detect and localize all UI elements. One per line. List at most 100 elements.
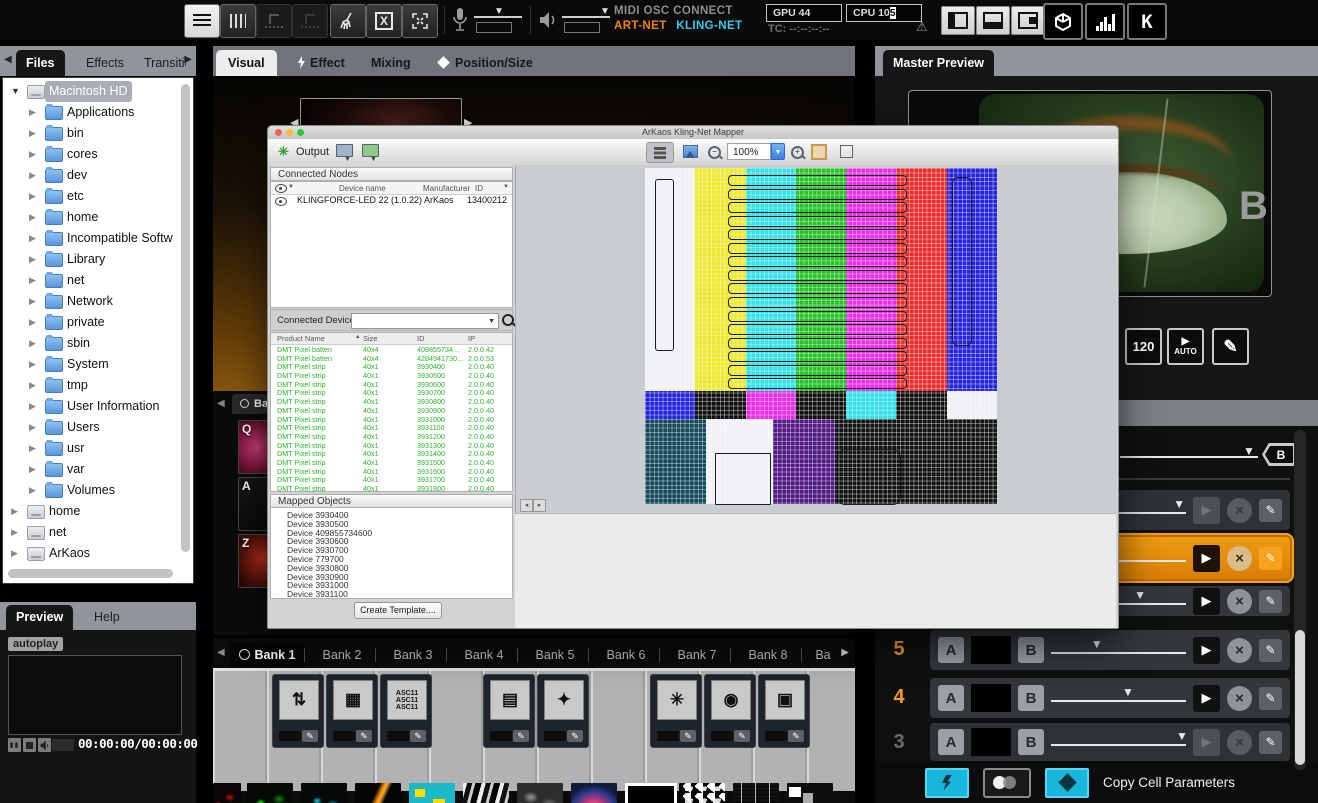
tab-help[interactable]: Help bbox=[84, 605, 130, 630]
disclosure-icon[interactable]: ▶ bbox=[29, 270, 36, 291]
mapped-strip-outline[interactable] bbox=[728, 229, 907, 240]
mapped-strip-outline[interactable] bbox=[728, 283, 907, 294]
cell-a-button[interactable]: A bbox=[938, 637, 964, 663]
visual-thumb-green-particles[interactable] bbox=[247, 783, 293, 803]
cell-b-button[interactable]: B bbox=[1018, 685, 1044, 711]
mapping-canvas[interactable]: ◂ ▸ bbox=[515, 165, 1117, 513]
device-row[interactable]: DMT Pixel strip40x139318002.0.0.40 bbox=[271, 484, 512, 492]
fit-view-button[interactable] bbox=[807, 142, 831, 161]
mapped-strip-outline[interactable] bbox=[728, 338, 907, 349]
play-button[interactable]: ▶ bbox=[1193, 729, 1220, 756]
tree-item-label[interactable]: Library bbox=[63, 249, 109, 270]
layer-crossfade-slider[interactable]: ▼ bbox=[1051, 635, 1186, 665]
tab-effect[interactable]: Effect bbox=[285, 50, 357, 76]
preview-pause-button[interactable]: ▮▮ bbox=[8, 738, 21, 752]
tree-item-label[interactable]: private bbox=[63, 312, 109, 333]
step-hold-button[interactable] bbox=[292, 4, 328, 38]
layout-bottom-button[interactable] bbox=[976, 6, 1010, 35]
tree-item-label[interactable]: var bbox=[63, 459, 88, 480]
image-view-button[interactable] bbox=[677, 142, 703, 161]
tab-mixing[interactable]: Mixing bbox=[359, 50, 423, 76]
cells-scroll-left-icon[interactable]: ◀ bbox=[217, 398, 225, 409]
layer-eject-button[interactable]: × bbox=[1227, 546, 1252, 571]
mapped-strip-outline[interactable] bbox=[728, 243, 907, 254]
layer-row-3[interactable]: AB▼▶×✎ bbox=[930, 723, 1290, 761]
device-row[interactable]: DMT Pixel strip40x139311002.0.0.40 bbox=[271, 423, 512, 432]
device-row[interactable]: DMT Pixel strip40x139308002.0.0.40 bbox=[271, 397, 512, 406]
visual-thumb-pixel-mosaic[interactable] bbox=[787, 783, 833, 803]
disclosure-icon[interactable]: ▼ bbox=[11, 81, 20, 102]
device-row[interactable]: DMT Pixel strip40x139309002.0.0.40 bbox=[271, 406, 512, 415]
dialog-titlebar[interactable]: ArKaos Kling-Net Mapper bbox=[268, 126, 1118, 139]
device-row[interactable]: DMT Pixel strip40x139312002.0.0.40 bbox=[271, 432, 512, 441]
disclosure-icon[interactable]: ▶ bbox=[29, 228, 36, 249]
tree-item-arkaos[interactable]: ▶ArKaos bbox=[3, 543, 193, 564]
mapped-strip-outline[interactable] bbox=[728, 311, 907, 322]
tab-position-size[interactable]: Position/Size bbox=[427, 50, 545, 76]
node-row[interactable]: KLINGFORCE-LED 22 (1.0.22) ArKaos 134002… bbox=[271, 194, 512, 207]
cell-edit-button[interactable]: ✎ bbox=[567, 730, 583, 742]
flash-mode-button[interactable] bbox=[925, 768, 969, 798]
tree-item-user-information[interactable]: ▶User Information bbox=[3, 396, 193, 417]
disclosure-icon[interactable]: ▶ bbox=[29, 102, 36, 123]
new-mapping-icon[interactable]: ✳ bbox=[278, 144, 289, 160]
mapped-batten-outline[interactable] bbox=[952, 177, 972, 346]
tree-item-cores[interactable]: ▶cores bbox=[3, 144, 193, 165]
mapped-strip-outline[interactable] bbox=[728, 324, 907, 335]
tree-item-dev[interactable]: ▶dev bbox=[3, 165, 193, 186]
tree-item-home[interactable]: ▶home bbox=[3, 501, 193, 522]
mapped-strip-outline[interactable] bbox=[728, 216, 907, 227]
cell-a-button[interactable]: A bbox=[938, 729, 964, 755]
tree-item-home[interactable]: ▶home bbox=[3, 207, 193, 228]
disclosure-icon[interactable]: ▶ bbox=[29, 438, 36, 459]
visual-thumb-black-frame[interactable] bbox=[625, 783, 677, 803]
cell-edit-button[interactable]: ✎ bbox=[410, 730, 426, 742]
disclosure-icon[interactable]: ▶ bbox=[11, 501, 18, 522]
cell-b-button[interactable]: B bbox=[1018, 637, 1044, 663]
effect-cell[interactable]: ✦✎ bbox=[537, 674, 589, 748]
device-row[interactable]: DMT Pixel batten40x4409855734...2.0.0.42 bbox=[271, 345, 512, 354]
bpm-button[interactable]: 120 bbox=[1125, 328, 1162, 365]
banks-scroll-right-icon[interactable]: ▶ bbox=[841, 647, 849, 658]
visual-thumb-gray-camo[interactable] bbox=[517, 783, 563, 803]
copy-params-button[interactable] bbox=[1045, 768, 1089, 798]
fullscreen-button[interactable] bbox=[402, 4, 438, 38]
edit-button[interactable]: ✎ bbox=[1212, 328, 1249, 365]
tree-item-incompatible-softw[interactable]: ▶Incompatible Softw bbox=[3, 228, 193, 249]
layer-thumbnail[interactable] bbox=[971, 684, 1011, 712]
disclosure-icon[interactable]: ▶ bbox=[29, 207, 36, 228]
visual-thumb-bw-shred[interactable] bbox=[463, 783, 509, 803]
layer-thumbnail[interactable] bbox=[971, 728, 1011, 756]
disclosure-icon[interactable]: ▶ bbox=[29, 354, 36, 375]
visual-thumb-sunset-glow[interactable] bbox=[571, 783, 617, 803]
bank-tab-4[interactable]: Bank 4 bbox=[451, 642, 517, 668]
master-volume-slider[interactable]: ▼ bbox=[562, 4, 612, 36]
layers-scrollbar-thumb[interactable] bbox=[1295, 630, 1305, 765]
zoom-out-icon[interactable]: − bbox=[708, 146, 721, 159]
devices-column-headers[interactable]: Product Name ▲ Size ID IP bbox=[271, 333, 512, 345]
auto-play-button[interactable]: ▶ AUTO bbox=[1167, 328, 1204, 365]
preview-mute-button[interactable] bbox=[38, 738, 51, 752]
tree-item-var[interactable]: ▶var bbox=[3, 459, 193, 480]
slider-handle-icon[interactable]: ▼ bbox=[1134, 588, 1146, 602]
canvas-scroll-left-button[interactable]: ◂ bbox=[520, 499, 533, 512]
create-template-button[interactable]: Create Template.... bbox=[354, 602, 442, 619]
mapped-strip-outline[interactable] bbox=[728, 189, 907, 200]
tab-transitions[interactable]: Transitions bbox=[134, 50, 186, 76]
device-row[interactable]: DMT Pixel strip40x139310002.0.0.40 bbox=[271, 415, 512, 424]
layer-eject-button[interactable]: × bbox=[1227, 730, 1252, 755]
disclosure-icon[interactable]: ▶ bbox=[29, 165, 36, 186]
effect-cell[interactable]: ⇅✎ bbox=[272, 674, 324, 748]
crossfader-b-flag[interactable]: B bbox=[1262, 443, 1296, 466]
layer-crossfade-slider[interactable]: ▼ bbox=[1051, 683, 1186, 713]
tree-item-network[interactable]: ▶Network bbox=[3, 291, 193, 312]
device-row[interactable]: DMT Pixel strip40x139304002.0.0.40 bbox=[271, 362, 512, 371]
visual-thumb-bw-noise[interactable] bbox=[679, 783, 725, 803]
disclosure-icon[interactable]: ▶ bbox=[29, 396, 36, 417]
visual-thumb-orange-streak[interactable] bbox=[355, 783, 401, 803]
cell-edit-button[interactable]: ✎ bbox=[734, 730, 750, 742]
visual-thumb-red-particles[interactable] bbox=[213, 783, 241, 803]
zoom-dropdown-button[interactable]: ▼ bbox=[771, 143, 785, 160]
device-row[interactable]: DMT Pixel strip40x139316002.0.0.40 bbox=[271, 467, 512, 476]
disclosure-icon[interactable]: ▶ bbox=[11, 522, 18, 543]
